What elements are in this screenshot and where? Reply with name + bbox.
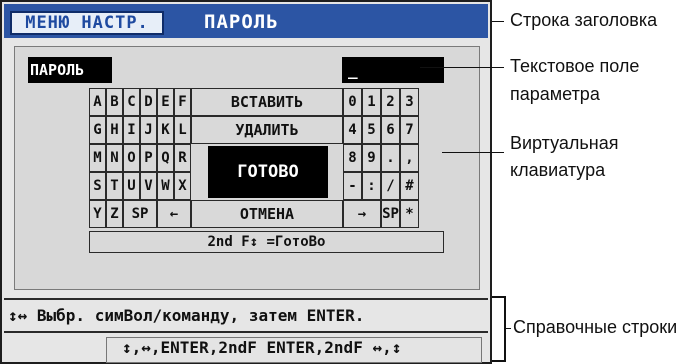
key-m[interactable]: M bbox=[89, 144, 106, 172]
help-line-2: ↕,↔,ENTER,2ndF ENTER,2ndF ↔,↕ bbox=[122, 338, 402, 357]
key-cancel[interactable]: ОТМЕНА bbox=[191, 200, 343, 228]
help-line-2-row: ↕,↔,ENTER,2ndF ENTER,2ndF ↔,↕ bbox=[4, 331, 488, 363]
key-c[interactable]: C bbox=[123, 88, 140, 116]
key-d[interactable]: D bbox=[140, 88, 157, 116]
key-sym-3-2[interactable]: / bbox=[381, 172, 400, 200]
callout-line-title bbox=[492, 21, 504, 22]
callout-bracket-help bbox=[492, 296, 506, 362]
key-sym-1-1[interactable]: 5 bbox=[362, 116, 381, 144]
key-p[interactable]: P bbox=[140, 144, 157, 172]
key-sym-3-1[interactable]: : bbox=[362, 172, 381, 200]
key-sym-0-1[interactable]: 1 bbox=[362, 88, 381, 116]
key-j[interactable]: J bbox=[140, 116, 157, 144]
key-sym-1-0[interactable]: 4 bbox=[343, 116, 362, 144]
key-i[interactable]: I bbox=[123, 116, 140, 144]
key-sym-2-3[interactable]: , bbox=[400, 144, 419, 172]
key-q[interactable]: Q bbox=[157, 144, 174, 172]
key-a[interactable]: A bbox=[89, 88, 106, 116]
key-sym-2-2[interactable]: . bbox=[381, 144, 400, 172]
help-line-1: ↕↔ Выбр. симВол/команду, затем ENTER. bbox=[4, 298, 488, 331]
screen-title: ПАРОЛЬ bbox=[204, 11, 279, 33]
key-u[interactable]: U bbox=[123, 172, 140, 200]
key-b[interactable]: B bbox=[106, 88, 123, 116]
key-insert[interactable]: ВСТАВИТЬ bbox=[191, 88, 343, 116]
key-sym-1-3[interactable]: 7 bbox=[400, 116, 419, 144]
title-bar: МЕНЮ НАСТР. ПАРОЛЬ bbox=[4, 4, 488, 38]
key-l[interactable]: L bbox=[174, 116, 191, 144]
key-f[interactable]: F bbox=[174, 88, 191, 116]
callout-help-lines: Справочные строки bbox=[513, 317, 678, 337]
key-r[interactable]: R bbox=[174, 144, 191, 172]
key-w[interactable]: W bbox=[157, 172, 174, 200]
key-delete[interactable]: УДАЛИТЬ bbox=[191, 116, 343, 144]
key-sym-0-0[interactable]: 0 bbox=[343, 88, 362, 116]
key-n[interactable]: N bbox=[106, 144, 123, 172]
key-o[interactable]: O bbox=[123, 144, 140, 172]
password-label: ПАРОЛЬ bbox=[28, 57, 112, 83]
callout-keyboard-1: Виртуальная bbox=[510, 133, 619, 153]
callout-line-field bbox=[420, 67, 504, 68]
key-h[interactable]: H bbox=[106, 116, 123, 144]
password-field[interactable]: _ bbox=[342, 57, 444, 83]
key-e[interactable]: E bbox=[157, 88, 174, 116]
key-s[interactable]: S bbox=[89, 172, 106, 200]
key-space-left[interactable]: SP bbox=[123, 200, 157, 228]
key-done[interactable]: ГОТОВО bbox=[208, 146, 328, 198]
callout-title-bar: Строка заголовка bbox=[510, 10, 658, 30]
key-z[interactable]: Z bbox=[106, 200, 123, 228]
device-screen: МЕНЮ НАСТР. ПАРОЛЬ ПАРОЛЬ _ ABCDEF GHIJKL… bbox=[0, 0, 492, 364]
done-hint: 2nd F↕ =ГотоВо bbox=[89, 231, 444, 253]
key-backspace[interactable]: ← bbox=[157, 200, 191, 228]
callout-line-keyboard bbox=[442, 152, 504, 153]
key-sym-2-1[interactable]: 9 bbox=[362, 144, 381, 172]
key-y[interactable]: Y bbox=[89, 200, 106, 228]
key-v[interactable]: V bbox=[140, 172, 157, 200]
key-t[interactable]: T bbox=[106, 172, 123, 200]
key-sym-0-3[interactable]: 3 bbox=[400, 88, 419, 116]
key-sym-3-0[interactable]: - bbox=[343, 172, 362, 200]
menu-tab[interactable]: МЕНЮ НАСТР. bbox=[10, 11, 164, 35]
key-space-right[interactable]: SP bbox=[381, 200, 400, 228]
callout-text-field-1: Текстовое поле bbox=[510, 56, 640, 76]
callout-text-field-2: параметра bbox=[510, 84, 600, 104]
callout-line-help bbox=[505, 328, 511, 329]
key-k[interactable]: K bbox=[157, 116, 174, 144]
key-sym-0-2[interactable]: 2 bbox=[381, 88, 400, 116]
key-right-arrow[interactable]: → bbox=[343, 200, 381, 228]
key-sym-2-0[interactable]: 8 bbox=[343, 144, 362, 172]
key-sym-3-3[interactable]: # bbox=[400, 172, 419, 200]
key-g[interactable]: G bbox=[89, 116, 106, 144]
key-sym-1-2[interactable]: 6 bbox=[381, 116, 400, 144]
key-asterisk[interactable]: * bbox=[400, 200, 419, 228]
key-x[interactable]: X bbox=[174, 172, 191, 200]
callout-keyboard-2: клавиатура bbox=[510, 160, 606, 180]
